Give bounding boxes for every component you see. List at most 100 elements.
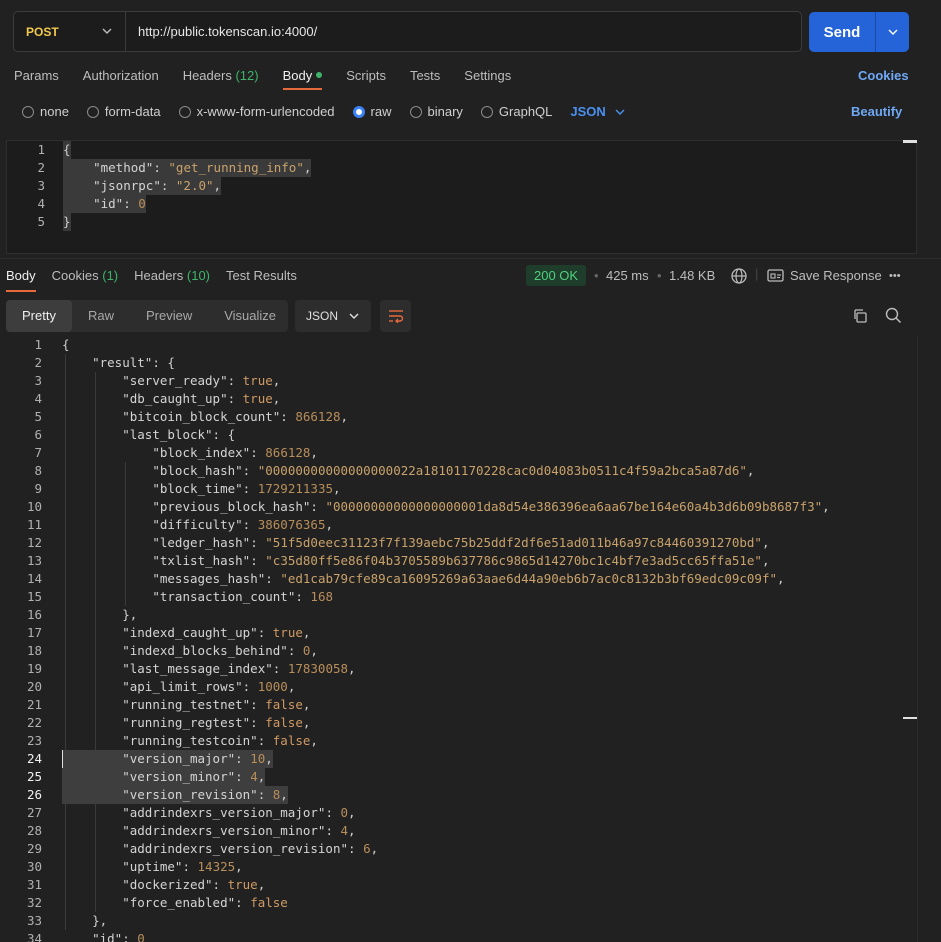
- json-key: "id": [92, 931, 123, 942]
- code-line: 22 "running_regtest": false,: [0, 714, 918, 732]
- code-text: "result": {: [92, 354, 175, 372]
- json-value: 4: [250, 769, 258, 784]
- tab-body[interactable]: Body: [282, 68, 323, 90]
- code-line: 12 "ledger_hash": "51f5d0eec31123f7f139ae…: [0, 534, 918, 552]
- wrap-lines-icon: [388, 310, 403, 323]
- send-options-button[interactable]: [876, 12, 909, 52]
- more-options-button[interactable]: •••: [889, 270, 901, 282]
- cookies-link[interactable]: Cookies: [858, 68, 909, 83]
- json-key: "indexd_caught_up": [122, 625, 258, 640]
- response-tabs: Body Cookies (1) Headers (10) Test Resul…: [6, 268, 313, 292]
- code-text: "dockerized": true,: [122, 877, 266, 892]
- radio-binary[interactable]: binary: [409, 104, 463, 119]
- code-punct: ,: [348, 823, 356, 838]
- tab-settings[interactable]: Settings: [464, 68, 511, 90]
- raw-format-label: JSON: [570, 104, 606, 119]
- tab-response-body[interactable]: Body: [6, 268, 36, 292]
- send-button[interactable]: Send: [809, 12, 876, 52]
- radio-form-data[interactable]: form-data: [86, 104, 161, 119]
- request-body-editor[interactable]: 1{2 "method": "get_running_info", 3 "json…: [6, 140, 917, 254]
- code-line: 24 "version_major": 10,: [0, 750, 918, 768]
- code-text: "indexd_blocks_behind": 0,: [122, 643, 318, 658]
- status-badge[interactable]: 200 OK: [526, 265, 587, 286]
- response-body-viewer[interactable]: 1{2 "result": {3 "server_ready": true, 4 "db…: [0, 336, 918, 942]
- response-size[interactable]: 1.48 KB: [669, 268, 715, 283]
- code-punct: ,: [761, 553, 770, 568]
- json-key: "api_limit_rows": [122, 679, 243, 694]
- request-editor-scrollbar[interactable]: [903, 140, 917, 143]
- radio-label: raw: [370, 104, 392, 119]
- view-raw[interactable]: Raw: [72, 300, 130, 332]
- json-key: "running_testcoin": [122, 733, 258, 748]
- json-key: "txlist_hash": [152, 553, 251, 568]
- beautify-button[interactable]: Beautify: [851, 104, 902, 119]
- tab-headers[interactable]: Headers (12): [183, 68, 259, 90]
- wrap-lines-button[interactable]: [380, 300, 411, 332]
- radio-graphql[interactable]: GraphQL: [480, 104, 553, 119]
- save-response-button[interactable]: Save Response: [790, 268, 882, 283]
- json-key: "version_revision": [122, 787, 258, 802]
- json-key: "dockerized": [122, 877, 213, 892]
- json-value: 6: [363, 841, 371, 856]
- json-key: "block_hash": [152, 463, 243, 478]
- view-preview[interactable]: Preview: [130, 300, 208, 332]
- line-number: 34: [26, 931, 42, 942]
- code-text: "id": 0: [63, 195, 146, 213]
- view-pretty[interactable]: Pretty: [6, 300, 72, 332]
- tab-tests[interactable]: Tests: [410, 68, 440, 90]
- code-line: 17 "indexd_caught_up": true,: [0, 624, 918, 642]
- tab-test-results[interactable]: Test Results: [226, 268, 297, 292]
- code-line: 34 "id": 0: [0, 930, 918, 942]
- search-icon[interactable]: [885, 307, 902, 324]
- code-line: 19 "last_message_index": 17830058,: [0, 660, 918, 678]
- response-headers-count: (10): [186, 268, 211, 283]
- line-number: 6: [34, 427, 42, 442]
- line-number: 3: [34, 373, 42, 388]
- code-text: "jsonrpc": "2.0",: [63, 177, 222, 195]
- url-input[interactable]: http://public.tokenscan.io:4000/: [126, 24, 317, 39]
- code-text: "block_hash": "00000000000000000022a1810…: [152, 463, 755, 478]
- view-visualize[interactable]: Visualize: [208, 300, 292, 332]
- response-time[interactable]: 425 ms: [606, 268, 649, 283]
- method-select[interactable]: POST: [14, 12, 126, 51]
- tab-authorization[interactable]: Authorization: [83, 68, 159, 90]
- json-value: "00000000000000000022a18101170228cac0d04…: [257, 463, 747, 478]
- json-key: "last_block": [122, 427, 213, 442]
- radio-label: none: [40, 104, 69, 119]
- line-number: 9: [34, 481, 42, 496]
- pane-divider[interactable]: [0, 258, 941, 259]
- tab-scripts[interactable]: Scripts: [346, 68, 386, 90]
- radio-label: GraphQL: [498, 104, 553, 119]
- code-line: 30 "uptime": 14325,: [0, 858, 918, 876]
- code-line: 15 "transaction_count": 168: [0, 588, 918, 606]
- line-number: 1: [37, 142, 45, 157]
- tab-response-headers[interactable]: Headers (10): [134, 268, 210, 292]
- json-value: "get_running_info": [168, 160, 304, 175]
- radio-circle: [178, 105, 191, 118]
- code-line: 5 "bitcoin_block_count": 866128,: [0, 408, 918, 426]
- body-indicator-dot: [316, 72, 323, 78]
- tab-response-cookies[interactable]: Cookies (1): [52, 268, 118, 292]
- json-key: "addrindexrs_version_major": [122, 805, 326, 820]
- raw-format-select[interactable]: JSON: [570, 104, 625, 119]
- code-text: "addrindexrs_version_major": 0,: [122, 805, 356, 820]
- response-scrollbar-thumb[interactable]: [903, 717, 917, 719]
- json-key: "block_index": [152, 445, 251, 460]
- request-tabs: Params Authorization Headers (12) Body S…: [14, 68, 535, 90]
- radio-label: form-data: [104, 104, 161, 119]
- code-punct: ,: [746, 463, 755, 478]
- copy-icon[interactable]: [852, 308, 868, 324]
- globe-icon[interactable]: [730, 267, 748, 285]
- code-text: "api_limit_rows": 1000,: [122, 679, 296, 694]
- radio-none[interactable]: none: [22, 104, 69, 119]
- code-line: 9 "block_time": 1729211335,: [0, 480, 918, 498]
- chevron-down-icon: [615, 109, 625, 115]
- response-format-select[interactable]: JSON: [295, 300, 371, 332]
- code-line: 7 "block_index": 866128,: [0, 444, 918, 462]
- radio-urlencoded[interactable]: x-www-form-urlencoded: [178, 104, 335, 119]
- code-line: 16},: [0, 606, 918, 624]
- tab-params[interactable]: Params: [14, 68, 59, 90]
- line-number: 29: [26, 841, 42, 856]
- radio-raw[interactable]: raw: [352, 104, 392, 119]
- json-value: "51f5d0eec31123f7f139aebc75b25ddf2df6e51…: [265, 535, 762, 550]
